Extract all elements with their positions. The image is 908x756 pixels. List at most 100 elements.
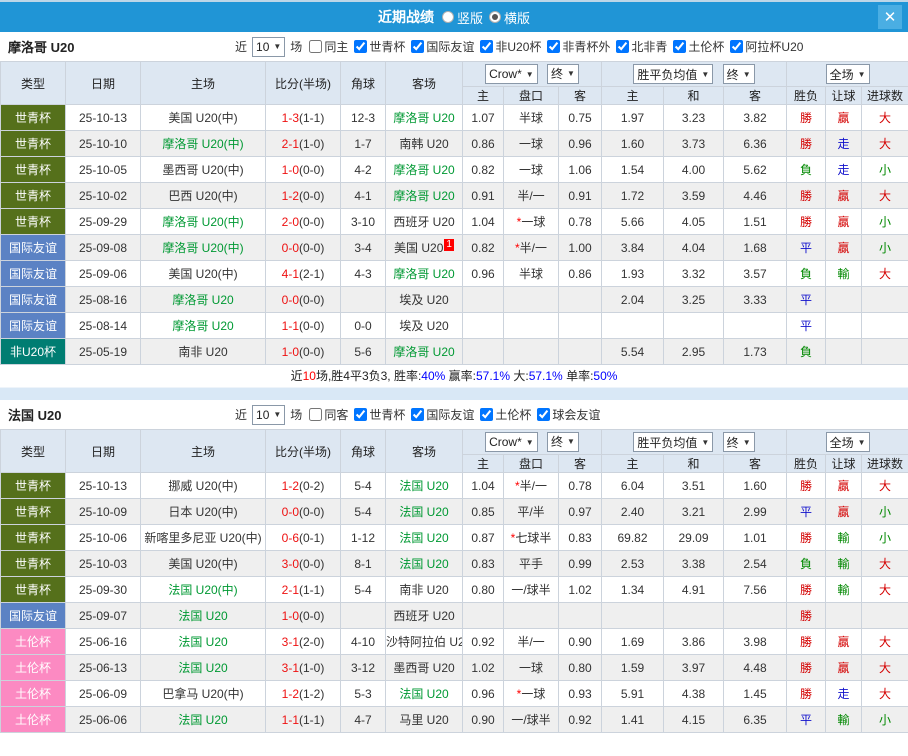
halftime-score: (1-0) (299, 661, 324, 675)
avg-odds-select[interactable]: 胜平负均值▼ (633, 64, 713, 84)
league-filter-option[interactable]: 非U20杯 (476, 38, 541, 55)
result-cell: 勝 (787, 473, 826, 499)
halftime-score: (1-1) (299, 111, 324, 125)
league-checkbox[interactable] (616, 40, 629, 53)
avg-away-cell: 1.73 (724, 339, 787, 365)
games-count-select[interactable]: 10▼ (252, 405, 285, 425)
score-cell: 1-0(0-0) (266, 603, 341, 629)
avg-time-select[interactable]: 终▼ (723, 64, 755, 84)
same-venue-option[interactable]: 同客 (305, 406, 348, 423)
league-checkbox[interactable] (480, 40, 493, 53)
halftime-score: (0-0) (299, 345, 324, 359)
date-cell: 25-06-13 (66, 655, 141, 681)
result-cell: 勝 (787, 105, 826, 131)
avg-odds-select[interactable]: 胜平负均值▼ (633, 432, 713, 452)
score-cell: 1-1(1-1) (266, 707, 341, 733)
corners-cell: 5-4 (341, 499, 386, 525)
away-team-cell: 沙特阿拉伯 U23 (386, 629, 463, 655)
league-filter-option[interactable]: 北非青 (612, 38, 667, 55)
vertical-layout-radio[interactable] (442, 11, 454, 23)
league-checkbox[interactable] (411, 408, 424, 421)
odds-company-select[interactable]: Crow*▼ (485, 432, 538, 452)
avg-away-cell: 1.68 (724, 235, 787, 261)
corners-cell: 3-4 (341, 235, 386, 261)
fulltime-score: 1-0 (282, 345, 299, 359)
league-checkbox[interactable] (537, 408, 550, 421)
league-filter-option[interactable]: 世青杯 (350, 38, 405, 55)
away-team-cell: 南韩 U20 (386, 131, 463, 157)
league-checkbox[interactable] (547, 40, 560, 53)
same-venue-checkbox[interactable] (309, 408, 322, 421)
result-cell: 負 (787, 339, 826, 365)
away-odds-cell: 1.02 (559, 577, 602, 603)
avg-home-cell: 6.04 (602, 473, 664, 499)
vertical-layout-label[interactable]: 竖版 (457, 8, 483, 27)
date-cell: 25-10-05 (66, 157, 141, 183)
away-team-cell: 法国 U20 (386, 681, 463, 707)
col-header-type: 类型 (1, 430, 66, 473)
close-button[interactable]: ✕ (878, 5, 902, 29)
match-row: 国际友谊25-09-08摩洛哥 U20(中)0-0(0-0)3-4美国 U201… (1, 235, 908, 261)
league-checkbox[interactable] (673, 40, 686, 53)
handicap-result-cell (826, 313, 862, 339)
chevron-down-icon: ▼ (567, 437, 575, 446)
horizontal-layout-label[interactable]: 横版 (504, 8, 530, 27)
odds-company-select[interactable]: Crow*▼ (485, 64, 538, 84)
same-venue-checkbox[interactable] (309, 40, 322, 53)
chevron-down-icon: ▼ (567, 69, 575, 78)
avg-time-select[interactable]: 终▼ (723, 432, 755, 452)
sub-col-header: 和 (664, 87, 724, 105)
chevron-down-icon: ▼ (273, 42, 281, 51)
league-checkbox[interactable] (411, 40, 424, 53)
league-filter-option[interactable]: 国际友谊 (407, 38, 474, 55)
odds-time-select[interactable]: 终▼ (547, 64, 579, 84)
handicap-result-cell: 贏 (826, 235, 862, 261)
away-team-cell: 法国 U20 (386, 525, 463, 551)
halftime-score: (1-1) (299, 713, 324, 727)
scope-select[interactable]: 全场▼ (826, 64, 870, 84)
handicap-result-cell: 贏 (826, 629, 862, 655)
goals-result-cell: 大 (862, 473, 908, 499)
league-filter-option[interactable]: 土伦杯 (476, 406, 531, 423)
league-checkbox[interactable] (354, 408, 367, 421)
league-checkbox[interactable] (480, 408, 493, 421)
avg-draw-cell: 3.32 (664, 261, 724, 287)
handicap-cell (504, 339, 559, 365)
match-row: 世青杯25-09-30法国 U20(中)2-1(1-1)5-4南非 U200.8… (1, 577, 908, 603)
score-cell: 4-1(2-1) (266, 261, 341, 287)
home-odds-cell: 0.91 (463, 183, 504, 209)
league-filter-option[interactable]: 球会友谊 (533, 406, 600, 423)
home-team-cell: 法国 U20 (141, 707, 266, 733)
away-team-cell: 摩洛哥 U20 (386, 261, 463, 287)
odds-time-select[interactable]: 终▼ (547, 432, 579, 452)
match-row: 国际友谊25-08-14摩洛哥 U201-1(0-0)0-0埃及 U20平 (1, 313, 908, 339)
avg-home-cell: 5.54 (602, 339, 664, 365)
league-checkbox[interactable] (730, 40, 743, 53)
scope-select[interactable]: 全场▼ (826, 432, 870, 452)
date-cell: 25-09-29 (66, 209, 141, 235)
league-filter-option[interactable]: 非青杯外 (543, 38, 610, 55)
league-filter-option[interactable]: 土伦杯 (669, 38, 724, 55)
league-filter-option[interactable]: 阿拉杯U20 (726, 38, 803, 55)
games-count-select[interactable]: 10▼ (252, 37, 285, 57)
avg-home-cell: 5.66 (602, 209, 664, 235)
horizontal-layout-radio[interactable] (489, 11, 501, 23)
type-badge-cell: 国际友谊 (1, 235, 66, 261)
col-header-date: 日期 (66, 62, 141, 105)
score-cell: 2-0(0-0) (266, 209, 341, 235)
league-filter-option[interactable]: 国际友谊 (407, 406, 474, 423)
avg-away-cell: 3.98 (724, 629, 787, 655)
halftime-score: (0-1) (299, 531, 324, 545)
score-cell: 3-0(0-0) (266, 551, 341, 577)
goals-result-cell: 小 (862, 235, 908, 261)
league-filter-option[interactable]: 世青杯 (350, 406, 405, 423)
league-checkbox[interactable] (354, 40, 367, 53)
same-venue-option[interactable]: 同主 (305, 38, 348, 55)
sub-col-header: 主 (463, 87, 504, 105)
league-label: 非U20杯 (495, 38, 541, 55)
type-badge-cell: 世青杯 (1, 183, 66, 209)
match-row: 世青杯25-10-06新喀里多尼亚 U20(中)0-6(0-1)1-12法国 U… (1, 525, 908, 551)
type-badge-cell: 世青杯 (1, 577, 66, 603)
avg-odds-header: 胜平负均值▼ 终▼ (602, 62, 787, 87)
fulltime-score: 3-1 (282, 661, 299, 675)
